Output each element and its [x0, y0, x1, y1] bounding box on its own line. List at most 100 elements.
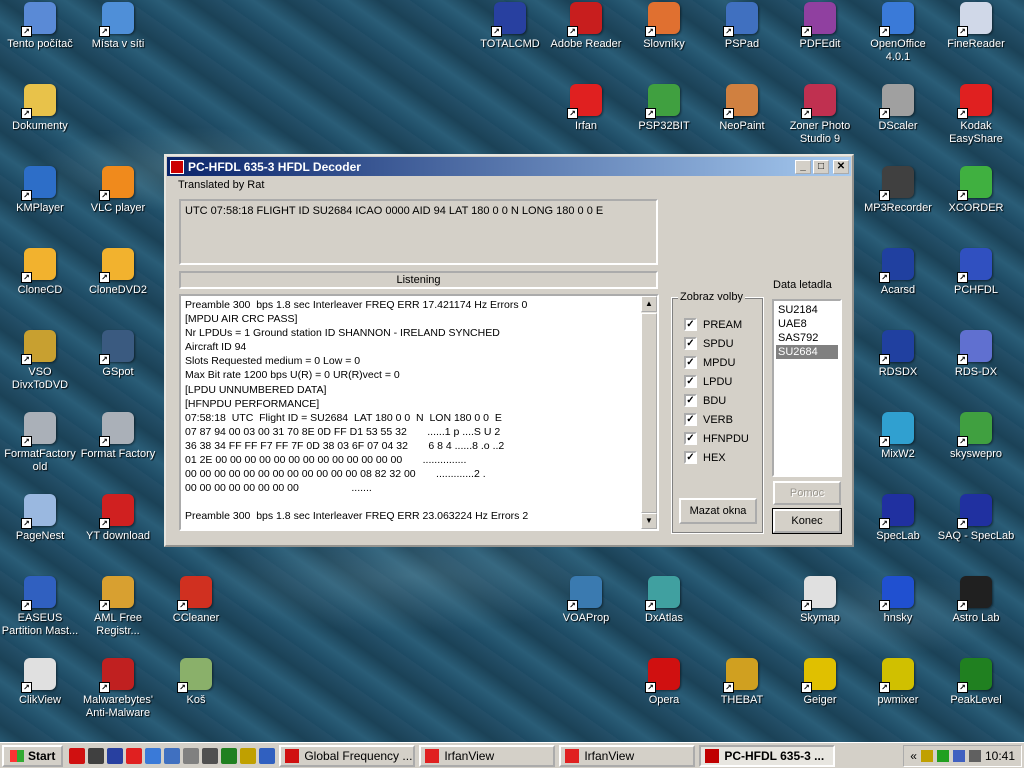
aircraft-list-item[interactable]: SU2684: [776, 345, 838, 359]
clear-windows-button[interactable]: Mazat okna: [679, 498, 757, 524]
desktop-icon[interactable]: ↗ Kodak EasyShare: [936, 84, 1016, 158]
desktop-icon[interactable]: ↗ YT download: [78, 494, 158, 568]
desktop-icon[interactable]: ↗ SAQ - SpecLab: [936, 494, 1016, 568]
tray-status-icon[interactable]: [936, 749, 949, 762]
option-checkbox-spdu[interactable]: ✓ SPDU: [684, 337, 734, 350]
desktop-icon[interactable]: ↗ PSPad: [702, 2, 782, 76]
desktop-icon[interactable]: ↗ Astro Lab: [936, 576, 1016, 650]
checkbox-check-icon[interactable]: ✓: [684, 375, 697, 388]
desktop-icon[interactable]: ↗ skyswepro: [936, 412, 1016, 486]
ie-quicklaunch-icon[interactable]: [259, 747, 276, 764]
desktop-icon[interactable]: ↗ MixW2: [858, 412, 938, 486]
desktop-icon[interactable]: ↗ SpecLab: [858, 494, 938, 568]
desktop-icon[interactable]: ↗ Slovníky: [624, 2, 704, 76]
desktop-icon[interactable]: ↗ CCleaner: [156, 576, 236, 650]
tray-volume-icon[interactable]: [968, 749, 981, 762]
desktop-icon[interactable]: ↗ pwmixer: [858, 658, 938, 732]
desktop-icon[interactable]: ↗ GSpot: [78, 330, 158, 404]
aircraft-list-item[interactable]: UAE8: [776, 317, 838, 331]
opera-quicklaunch-icon[interactable]: [69, 747, 86, 764]
desktop-icon[interactable]: ↗ DScaler: [858, 84, 938, 158]
desktop-icon[interactable]: ↗ AML Free Registr...: [78, 576, 158, 650]
scroll-down-arrow-icon[interactable]: ▼: [641, 513, 657, 529]
scroll-thumb[interactable]: [641, 313, 657, 513]
checkbox-check-icon[interactable]: ✓: [684, 432, 697, 445]
desktop-icon[interactable]: ↗ PDFEdit: [780, 2, 860, 76]
desktop-icon[interactable]: ↗ Dokumenty: [0, 84, 80, 158]
tools-quicklaunch-icon[interactable]: [183, 747, 200, 764]
maximize-button[interactable]: □: [813, 159, 829, 174]
scroll-up-arrow-icon[interactable]: ▲: [641, 296, 657, 312]
desktop-icon[interactable]: ↗ DxAtlas: [624, 576, 704, 650]
desktop-icon[interactable]: ↗ NeoPaint: [702, 84, 782, 158]
tray-expand-arrow[interactable]: «: [910, 749, 917, 763]
tray-network-icon[interactable]: [952, 749, 965, 762]
option-checkbox-lpdu[interactable]: ✓ LPDU: [684, 375, 732, 388]
desktop-icon[interactable]: ↗ MP3Recorder: [858, 166, 938, 240]
option-checkbox-hex[interactable]: ✓ HEX: [684, 451, 726, 464]
checkbox-check-icon[interactable]: ✓: [684, 318, 697, 331]
desktop-icon[interactable]: ↗ hnsky: [858, 576, 938, 650]
start-button[interactable]: Start: [2, 744, 64, 767]
desktop-icon[interactable]: ↗ FineReader: [936, 2, 1016, 76]
desktop-icon[interactable]: ↗ Koš: [156, 658, 236, 732]
taskbar-item[interactable]: IrfanView: [559, 744, 696, 767]
openoffice-quicklaunch-icon[interactable]: [145, 747, 162, 764]
desktop-icon[interactable]: ↗ THEBAT: [702, 658, 782, 732]
minimize-button[interactable]: _: [795, 159, 811, 174]
desktop-icon[interactable]: ↗ Skymap: [780, 576, 860, 650]
desktop-icon[interactable]: ↗ CloneDVD2: [78, 248, 158, 322]
desktop-icon[interactable]: ↗ Místa v síti: [78, 2, 158, 76]
option-checkbox-mpdu[interactable]: ✓ MPDU: [684, 356, 735, 369]
desktop-icon[interactable]: ↗ Opera: [624, 658, 704, 732]
desktop-icon[interactable]: ↗ Zoner Photo Studio 9: [780, 84, 860, 158]
desktop-icon[interactable]: ↗ RDSDX: [858, 330, 938, 404]
desktop-icon[interactable]: ↗ RDS-DX: [936, 330, 1016, 404]
title-bar[interactable]: PC-HFDL 635-3 HFDL Decoder _ □ ✕: [167, 157, 851, 176]
totalcmd-quicklaunch-icon[interactable]: [107, 747, 124, 764]
option-checkbox-verb[interactable]: ✓ VERB: [684, 413, 733, 426]
checkbox-check-icon[interactable]: ✓: [684, 451, 697, 464]
aircraft-list-item[interactable]: SU2184: [776, 303, 838, 317]
desktop-icon[interactable]: ↗ EASEUS Partition Mast...: [0, 576, 80, 650]
irfan-quicklaunch-icon[interactable]: [126, 747, 143, 764]
desktop-icon[interactable]: ↗ KMPlayer: [0, 166, 80, 240]
decoder-log[interactable]: Preamble 300 bps 1.8 sec Interleaver FRE…: [179, 294, 659, 531]
option-checkbox-pream[interactable]: ✓ PREAM: [684, 318, 742, 331]
checkbox-check-icon[interactable]: ✓: [684, 337, 697, 350]
desktop-icon[interactable]: ↗ PCHFDL: [936, 248, 1016, 322]
desktop-icon[interactable]: ↗ TOTALCMD: [470, 2, 550, 76]
desktop-icon[interactable]: ↗ CloneCD: [0, 248, 80, 322]
aircraft-list-item[interactable]: SAS792: [776, 331, 838, 345]
desktop-icon[interactable]: ↗ ClikView: [0, 658, 80, 732]
desktop-icon[interactable]: ↗ Malwarebytes' Anti-Malware: [78, 658, 158, 732]
log-scrollbar[interactable]: ▲ ▼: [641, 296, 657, 529]
hfdl-decoder-window[interactable]: PC-HFDL 635-3 HFDL Decoder _ □ ✕ Transla…: [164, 154, 854, 547]
checkbox-check-icon[interactable]: ✓: [684, 413, 697, 426]
taskbar-item[interactable]: Global Frequency ...: [279, 744, 416, 767]
checkbox-check-icon[interactable]: ✓: [684, 356, 697, 369]
meter-quicklaunch-icon[interactable]: [221, 747, 238, 764]
desktop-icon[interactable]: ↗ VLC player: [78, 166, 158, 240]
checkbox-check-icon[interactable]: ✓: [684, 394, 697, 407]
desktop-icon[interactable]: ↗ Tento počítač: [0, 2, 80, 76]
desktop-icon[interactable]: ↗ VSO DivxToDVD: [0, 330, 80, 404]
calculator-quicklaunch-icon[interactable]: [202, 747, 219, 764]
aircraft-list[interactable]: SU2184 UAE8 SAS792 SU2684: [772, 299, 842, 477]
tray-key-icon[interactable]: [920, 749, 933, 762]
taskbar-item[interactable]: PC-HFDL 635-3 ...: [699, 744, 836, 767]
taskbar-item[interactable]: IrfanView: [419, 744, 556, 767]
pspad-quicklaunch-icon[interactable]: [164, 747, 181, 764]
close-button[interactable]: ✕: [833, 159, 849, 174]
desktop-icon[interactable]: ↗ XCORDER: [936, 166, 1016, 240]
option-checkbox-bdu[interactable]: ✓ BDU: [684, 394, 726, 407]
desktop-icon[interactable]: ↗ PageNest: [0, 494, 80, 568]
desktop-icon[interactable]: ↗ Format Factory: [78, 412, 158, 486]
app-quicklaunch-icon[interactable]: [88, 747, 105, 764]
desktop-icon[interactable]: ↗ FormatFactory old: [0, 412, 80, 486]
desktop-icon[interactable]: ↗ VOAProp: [546, 576, 626, 650]
option-checkbox-hfnpdu[interactable]: ✓ HFNPDU: [684, 432, 749, 445]
desktop-icon[interactable]: ↗ Irfan: [546, 84, 626, 158]
help-button[interactable]: Pomoc: [773, 481, 841, 505]
desktop-icon[interactable]: ↗ Adobe Reader: [546, 2, 626, 76]
